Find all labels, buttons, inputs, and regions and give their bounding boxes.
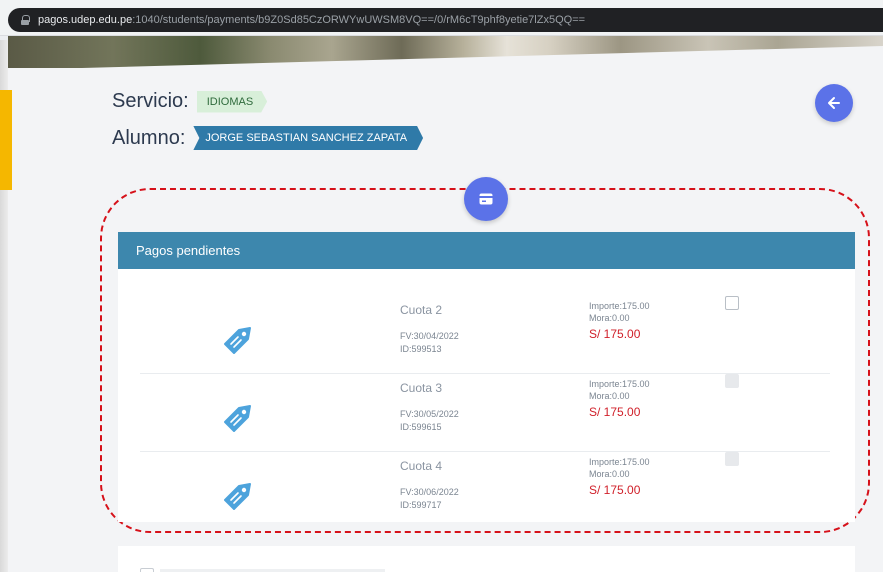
cuota-name: Cuota 3 bbox=[400, 381, 443, 395]
url-host: pagos.udep.edu.pe bbox=[38, 14, 133, 26]
alumno-badge: JORGE SEBASTIAN SANCHEZ ZAPATA bbox=[193, 126, 423, 150]
servicio-badge: IDIOMAS bbox=[197, 91, 267, 113]
cuota-due-date: FV:30/06/2022 bbox=[400, 487, 459, 497]
payment-card-button[interactable] bbox=[464, 177, 508, 221]
price-tag-icon bbox=[224, 405, 251, 432]
cuota-mora: Mora:0.00 bbox=[589, 313, 630, 323]
cuota-name: Cuota 4 bbox=[400, 459, 443, 473]
cuota-total: S/ 175.00 bbox=[589, 483, 641, 497]
cuota-row-3: Cuota 3 FV:30/05/2022 ID:599615 Importe:… bbox=[140, 374, 830, 452]
side-accent-strip bbox=[0, 90, 12, 190]
cuota-row-4: Cuota 4 FV:30/06/2022 ID:599717 Importe:… bbox=[140, 452, 830, 530]
credit-card-icon bbox=[479, 193, 493, 205]
cuota-mora: Mora:0.00 bbox=[589, 391, 630, 401]
cuota-due-date: FV:30/05/2022 bbox=[400, 409, 459, 419]
servicio-label: Servicio: bbox=[112, 90, 189, 112]
cuota-total: S/ 175.00 bbox=[589, 405, 641, 419]
alumno-label: Alumno: bbox=[112, 126, 186, 149]
cuota-mora: Mora:0.00 bbox=[589, 469, 630, 479]
cuota-checkbox bbox=[725, 374, 739, 388]
servicio-line: Servicio: IDIOMAS bbox=[112, 90, 267, 113]
lock-icon[interactable] bbox=[20, 15, 30, 25]
pagos-pendientes-panel: Pagos pendientes Cuota 2 FV:30/04/2022 I… bbox=[118, 232, 855, 522]
price-tag-icon bbox=[224, 483, 251, 510]
cuota-importe: Importe:175.00 bbox=[589, 379, 650, 389]
cuota-importe: Importe:175.00 bbox=[589, 457, 650, 467]
cuota-checkbox[interactable] bbox=[725, 296, 739, 310]
cuota-id: ID:599717 bbox=[400, 500, 442, 510]
arrow-left-icon bbox=[828, 97, 840, 109]
bottom-checkbox[interactable] bbox=[140, 568, 154, 572]
panel-title: Pagos pendientes bbox=[118, 232, 855, 269]
cuota-due-date: FV:30/04/2022 bbox=[400, 331, 459, 341]
price-tag-icon bbox=[224, 327, 251, 354]
alumno-line: Alumno: JORGE SEBASTIAN SANCHEZ ZAPATA bbox=[112, 126, 423, 150]
url-field[interactable]: pagos.udep.edu.pe:1040/students/payments… bbox=[8, 8, 883, 32]
url-path: :1040/students/payments/b9Z0Sd85CzORWYwU… bbox=[132, 14, 586, 26]
cuota-importe: Importe:175.00 bbox=[589, 301, 650, 311]
cuota-id: ID:599615 bbox=[400, 422, 442, 432]
cuota-checkbox bbox=[725, 452, 739, 466]
cuota-name: Cuota 2 bbox=[400, 303, 443, 317]
cuota-total: S/ 175.00 bbox=[589, 327, 641, 341]
browser-address-bar: pagos.udep.edu.pe:1040/students/payments… bbox=[0, 0, 883, 36]
cuota-id: ID:599513 bbox=[400, 344, 442, 354]
back-button[interactable] bbox=[815, 84, 853, 122]
cuota-row-2: Cuota 2 FV:30/04/2022 ID:599513 Importe:… bbox=[140, 296, 830, 374]
